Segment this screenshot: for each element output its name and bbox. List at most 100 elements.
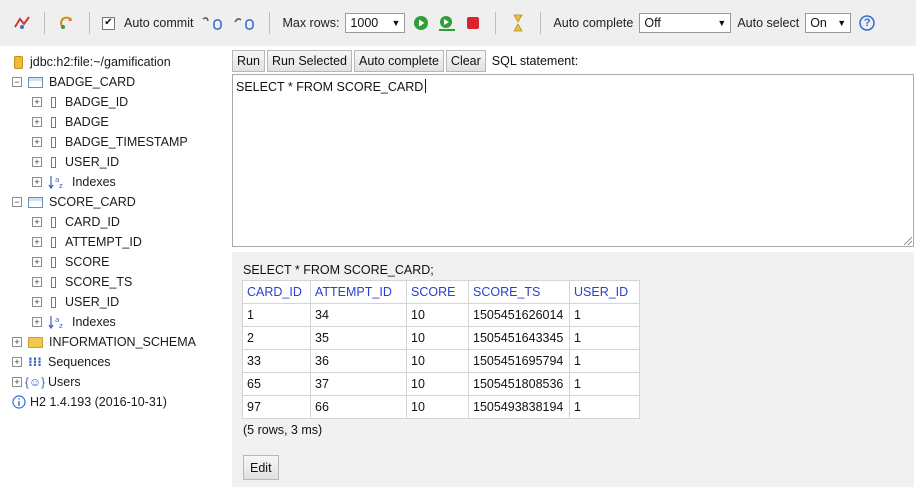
table-header-row: CARD_ID ATTEMPT_ID SCORE SCORE_TS USER_I… xyxy=(242,280,640,304)
tree-column[interactable]: + CARD_ID xyxy=(0,212,226,232)
column-header[interactable]: SCORE_TS xyxy=(468,280,570,304)
expand-toggle-icon[interactable]: + xyxy=(32,157,42,167)
auto-complete-select[interactable]: Off ▼ xyxy=(639,13,732,33)
tree-column[interactable]: + SCORE xyxy=(0,252,226,272)
column-name: CARD_ID xyxy=(65,215,120,229)
table-cell: 97 xyxy=(242,395,311,419)
column-header[interactable]: CARD_ID xyxy=(242,280,311,304)
expand-toggle-icon[interactable]: + xyxy=(32,317,42,327)
edit-button[interactable]: Edit xyxy=(243,455,279,480)
stop-icon[interactable] xyxy=(463,13,483,33)
clear-button[interactable]: Clear xyxy=(445,50,486,72)
sql-statement-label: SQL statement: xyxy=(491,54,579,68)
help-icon[interactable]: ? xyxy=(857,13,877,33)
tree-table-badge-card[interactable]: − BADGE_CARD xyxy=(0,72,226,92)
table-cell: 10 xyxy=(406,303,469,327)
expand-toggle-icon[interactable]: + xyxy=(32,137,42,147)
tree-column[interactable]: + ATTEMPT_ID xyxy=(0,232,226,252)
tree-table-score-card[interactable]: − SCORE_CARD xyxy=(0,192,226,212)
tree-connection[interactable]: jdbc:h2:file:~/gamification xyxy=(0,52,226,72)
tree-column[interactable]: + USER_ID xyxy=(0,152,226,172)
sql-editor[interactable]: SELECT * FROM SCORE_CARD xyxy=(232,74,914,247)
column-icon xyxy=(51,216,56,228)
commit-icon[interactable] xyxy=(199,13,225,33)
column-name: ATTEMPT_ID xyxy=(65,235,142,249)
text-cursor xyxy=(425,79,427,93)
table-cell: 35 xyxy=(310,326,407,350)
rollback-icon[interactable] xyxy=(231,13,257,33)
tree-column[interactable]: + BADGE xyxy=(0,112,226,132)
refresh-icon[interactable] xyxy=(57,13,77,33)
disconnect-icon[interactable] xyxy=(12,13,32,33)
expand-toggle-icon[interactable]: + xyxy=(32,277,42,287)
column-name: SCORE xyxy=(65,255,110,269)
tree-sequences[interactable]: + ⁝⁝⁝ Sequences xyxy=(0,352,226,372)
auto-select-value: On xyxy=(810,16,827,30)
sql-editor-text: SELECT * FROM SCORE_CARD xyxy=(236,80,424,94)
column-header[interactable]: ATTEMPT_ID xyxy=(310,280,407,304)
indexes-label: Indexes xyxy=(72,175,116,189)
table-cell: 33 xyxy=(242,349,311,373)
auto-commit-checkbox[interactable]: ✔ xyxy=(102,16,115,30)
result-query-text: SELECT * FROM SCORE_CARD; xyxy=(243,263,434,277)
table-row: 1 34 10 1505451626014 1 xyxy=(242,303,640,327)
auto-select-label: Auto select xyxy=(737,16,800,30)
auto-complete-label: Auto complete xyxy=(553,16,634,30)
table-cell: 36 xyxy=(310,349,407,373)
collapse-toggle-icon[interactable]: − xyxy=(12,77,22,87)
table-row: 65 37 10 1505451808536 1 xyxy=(242,372,640,396)
table-cell: 1 xyxy=(569,303,640,327)
expand-toggle-icon[interactable]: + xyxy=(32,217,42,227)
database-icon xyxy=(14,55,23,69)
svg-text:z: z xyxy=(59,182,63,189)
tree-column[interactable]: + BADGE_TIMESTAMP xyxy=(0,132,226,152)
expand-toggle-icon[interactable]: + xyxy=(32,177,42,187)
expand-toggle-icon[interactable]: + xyxy=(12,337,22,347)
tree-column[interactable]: + BADGE_ID xyxy=(0,92,226,112)
sql-button-bar: Run Run Selected Auto complete Clear SQL… xyxy=(232,50,578,72)
expand-toggle-icon[interactable]: + xyxy=(32,237,42,247)
table-row: 2 35 10 1505451643345 1 xyxy=(242,326,640,350)
help-glyph: ? xyxy=(863,17,871,29)
folder-icon xyxy=(28,336,43,348)
tree-column[interactable]: + SCORE_TS xyxy=(0,272,226,292)
table-cell: 37 xyxy=(310,372,407,396)
expand-toggle-icon[interactable]: + xyxy=(12,377,22,387)
tree-column[interactable]: + USER_ID xyxy=(0,292,226,312)
tree-users[interactable]: + {☺} Users xyxy=(0,372,226,392)
expand-toggle-icon[interactable]: + xyxy=(32,97,42,107)
expand-toggle-icon[interactable]: + xyxy=(32,257,42,267)
expand-toggle-icon[interactable]: + xyxy=(32,297,42,307)
schema-tree: jdbc:h2:file:~/gamification − BADGE_CARD… xyxy=(0,50,226,487)
table-cell: 1 xyxy=(569,349,640,373)
max-rows-select[interactable]: 1000 ▼ xyxy=(345,13,406,33)
auto-select-select[interactable]: On ▼ xyxy=(805,13,852,33)
table-cell: 2 xyxy=(242,326,311,350)
column-header[interactable]: USER_ID xyxy=(569,280,640,304)
toolbar-separator xyxy=(89,12,90,34)
resize-grip-icon[interactable] xyxy=(904,237,912,245)
toolbar-separator xyxy=(269,12,271,34)
run-selected-button[interactable]: Run Selected xyxy=(266,50,352,72)
collapse-toggle-icon[interactable]: − xyxy=(12,197,22,207)
chevron-down-icon: ▼ xyxy=(837,18,847,28)
schema-label: INFORMATION_SCHEMA xyxy=(49,335,196,349)
run-button[interactable]: Run xyxy=(232,50,265,72)
table-cell: 1 xyxy=(569,372,640,396)
toolbar-separator xyxy=(44,12,45,34)
run-selected-icon[interactable] xyxy=(437,13,457,33)
run-icon[interactable] xyxy=(411,13,431,33)
auto-complete-button[interactable]: Auto complete xyxy=(354,50,444,72)
table-cell: 1505493838194 xyxy=(468,395,570,419)
tree-indexes[interactable]: + az Indexes xyxy=(0,172,226,192)
table-cell: 1505451695794 xyxy=(468,349,570,373)
column-icon xyxy=(51,236,56,248)
table-name: SCORE_CARD xyxy=(49,195,136,209)
expand-toggle-icon[interactable]: + xyxy=(32,117,42,127)
expand-toggle-icon[interactable]: + xyxy=(12,357,22,367)
tree-indexes[interactable]: + az Indexes xyxy=(0,312,226,332)
chevron-down-icon: ▼ xyxy=(717,18,727,28)
history-icon[interactable] xyxy=(508,13,528,33)
column-header[interactable]: SCORE xyxy=(406,280,469,304)
tree-information-schema[interactable]: + INFORMATION_SCHEMA xyxy=(0,332,226,352)
